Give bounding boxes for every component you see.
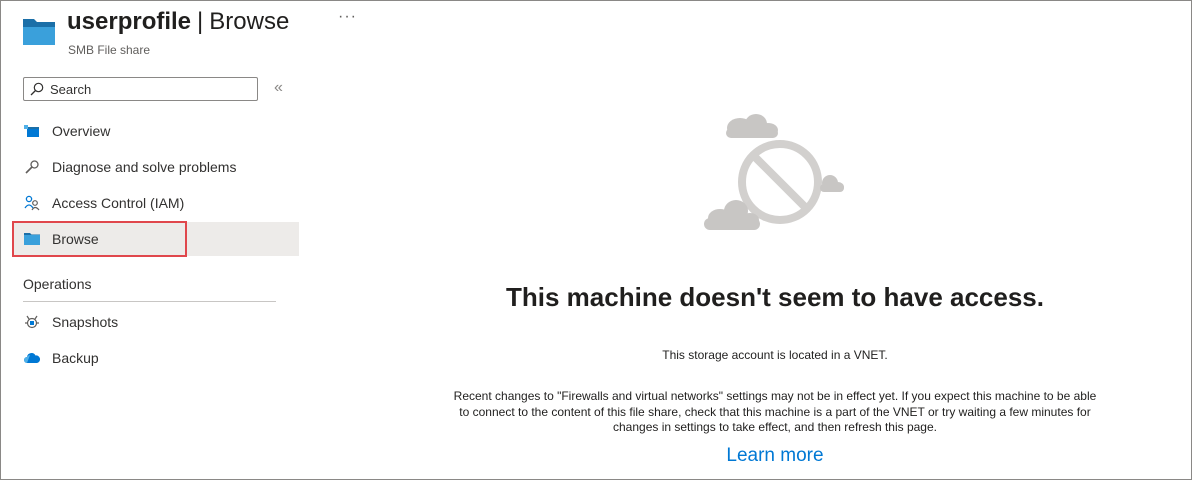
- snapshot-icon: [25, 315, 39, 329]
- search-icon: [30, 82, 44, 96]
- page-name: Browse: [209, 8, 290, 35]
- learn-more-container: Learn more: [360, 445, 1190, 467]
- error-details: Recent changes to "Firewalls and virtual…: [360, 389, 1190, 436]
- sidebar-item-diagnose[interactable]: Diagnose and solve problems: [12, 150, 299, 184]
- page-title: userprofile | Browse: [67, 8, 289, 36]
- error-details-line: to connect to the content of this file s…: [459, 404, 1091, 419]
- resource-name: userprofile: [67, 8, 192, 35]
- people-icon: [24, 195, 40, 211]
- error-headline: This machine doesn't seem to have access…: [506, 282, 1044, 312]
- sidebar-item-label: Backup: [52, 350, 99, 366]
- highlight-annotation: [12, 221, 187, 257]
- section-header-operations: Operations: [23, 276, 92, 292]
- sidebar-item-label: Overview: [52, 123, 111, 139]
- error-details-line: Recent changes to "Firewalls and virtual…: [453, 389, 1097, 403]
- overview-icon: [24, 125, 39, 137]
- sidebar-item-snapshots[interactable]: Snapshots: [12, 305, 299, 339]
- no-access-cloud-icon: [704, 114, 844, 230]
- search-box[interactable]: [23, 77, 258, 101]
- sidebar-item-label: Snapshots: [52, 314, 119, 330]
- error-details-line: changes in settings to take effect, and …: [613, 420, 937, 434]
- learn-more-link[interactable]: Learn more: [726, 445, 823, 466]
- search-input[interactable]: [50, 80, 250, 98]
- backup-cloud-icon: [24, 353, 40, 363]
- file-share-folder-icon: [23, 19, 55, 45]
- resource-type-subtitle: SMB File share: [68, 43, 151, 57]
- collapse-menu-button[interactable]: «: [274, 79, 283, 97]
- section-divider: [23, 301, 276, 302]
- title-separator: |: [197, 8, 204, 35]
- error-description: This storage account is located in a VNE…: [662, 348, 888, 362]
- sidebar-item-backup[interactable]: Backup: [12, 341, 299, 375]
- sidebar-item-label: Diagnose and solve problems: [52, 159, 237, 175]
- sidebar-item-access-control[interactable]: Access Control (IAM): [12, 186, 299, 220]
- sidebar-item-overview[interactable]: Overview: [12, 114, 299, 148]
- sidebar-item-label: Access Control (IAM): [52, 195, 185, 211]
- more-options-button[interactable]: ···: [338, 8, 357, 26]
- wrench-icon: [25, 160, 39, 174]
